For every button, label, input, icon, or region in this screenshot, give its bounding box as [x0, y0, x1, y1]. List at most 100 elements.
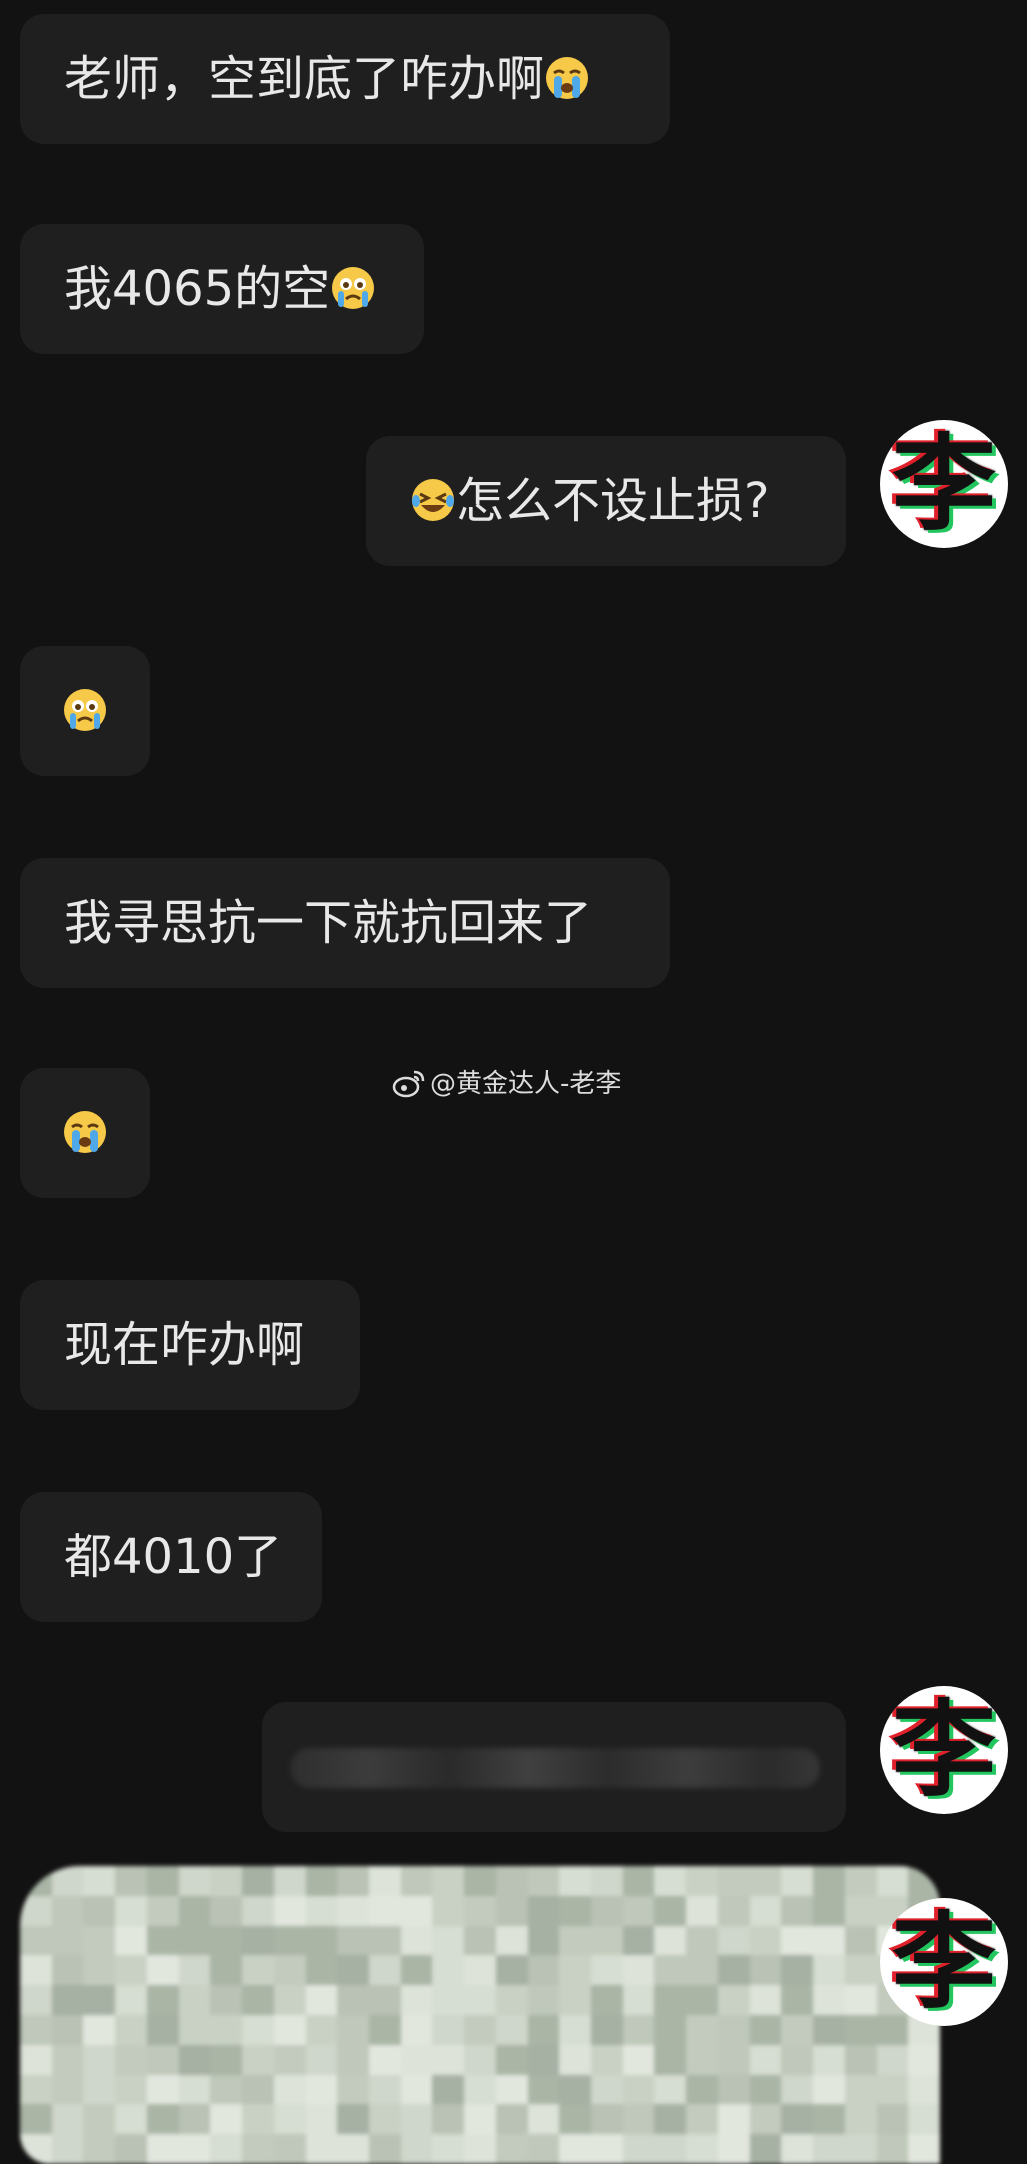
- mosaic-tile: [464, 2134, 496, 2164]
- message-bubble-incoming[interactable]: 我4065的空: [20, 224, 424, 354]
- mosaic-tile: [115, 1895, 147, 1926]
- mosaic-tile: [813, 1925, 845, 1956]
- avatar[interactable]: 李: [880, 420, 1008, 548]
- mosaic-tile: [210, 1866, 243, 1896]
- mosaic-tile: [51, 1925, 84, 1956]
- mosaic-tile: [813, 1866, 845, 1896]
- mosaic-tile: [146, 1895, 179, 1926]
- mosaic-tile: [242, 1925, 274, 1956]
- mosaic-tile: [178, 1895, 211, 1926]
- mosaic-tile: [464, 2074, 496, 2105]
- mosaic-tile: [749, 1866, 782, 1896]
- mosaic-tile: [210, 2044, 243, 2075]
- mosaic-tile: [146, 2044, 179, 2075]
- mosaic-tile: [654, 1955, 687, 1986]
- mosaic-tile: [495, 2074, 528, 2105]
- crying-emoji-icon: [62, 687, 108, 733]
- mosaic-tile: [622, 1895, 655, 1926]
- mosaic-tile: [146, 2014, 179, 2045]
- mosaic-tile: [178, 2014, 211, 2045]
- mosaic-tile: [844, 2074, 877, 2105]
- mosaic-tile: [400, 2014, 433, 2045]
- mosaic-tile: [400, 2074, 433, 2105]
- mosaic-tile: [337, 2074, 369, 2105]
- mosaic-tile: [908, 2074, 940, 2105]
- mosaic-tile: [654, 1925, 687, 1956]
- mosaic-tile: [305, 2104, 338, 2135]
- mosaic-tile: [622, 1925, 655, 1956]
- avatar[interactable]: 李: [880, 1686, 1008, 1814]
- mosaic-tile: [495, 2044, 528, 2075]
- mosaic-tile: [654, 2104, 687, 2135]
- mosaic-tile: [305, 2134, 338, 2164]
- mosaic-tile: [654, 2044, 687, 2075]
- mosaic-tile: [273, 2044, 306, 2075]
- sob-emoji-icon: [544, 55, 590, 101]
- mosaic-tile: [591, 2134, 623, 2164]
- mosaic-tile: [686, 1866, 718, 1896]
- mosaic-tile: [20, 2044, 52, 2075]
- mosaic-tile: [432, 2044, 465, 2075]
- mosaic-tile: [242, 1955, 274, 1986]
- mosaic-tile: [686, 1955, 718, 1986]
- mosaic-tile: [908, 2044, 940, 2075]
- mosaic-tile: [686, 1985, 718, 2015]
- mosaic-tile: [20, 2134, 52, 2164]
- mosaic-tile: [83, 2044, 116, 2075]
- mosaic-tile: [368, 2044, 401, 2075]
- message-bubble-incoming[interactable]: [20, 1068, 150, 1198]
- mosaic-tile: [495, 1866, 528, 1896]
- mosaic-tile: [432, 1955, 465, 1986]
- mosaic-tile: [337, 1985, 369, 2015]
- mosaic-tile: [591, 1895, 623, 1926]
- mosaic-tile: [781, 2104, 814, 2135]
- mosaic-tile: [51, 2074, 84, 2105]
- mosaic-tile: [210, 2014, 243, 2045]
- message-bubble-incoming[interactable]: 现在咋办啊: [20, 1280, 360, 1410]
- mosaic-tile: [273, 2134, 306, 2164]
- mosaic-tile: [51, 2044, 84, 2075]
- message-bubble-outgoing[interactable]: 怎么不设止损?: [366, 436, 846, 566]
- mosaic-tile: [368, 1985, 401, 2015]
- mosaic-tile: [83, 1955, 116, 1986]
- mosaic-tile: [432, 2014, 465, 2045]
- mosaic-tile: [146, 2074, 179, 2105]
- mosaic-tile: [717, 2104, 750, 2135]
- message-bubble-incoming[interactable]: [20, 646, 150, 776]
- mosaic-tile: [242, 2104, 274, 2135]
- mosaic-tile: [781, 2074, 814, 2105]
- mosaic-tile: [876, 2074, 909, 2105]
- mosaic-tile: [305, 1955, 338, 1986]
- mosaic-tile: [876, 2134, 909, 2164]
- message-bubble-incoming[interactable]: 都4010了: [20, 1492, 322, 1622]
- mosaic-tile: [749, 1955, 782, 1986]
- mosaic-tile: [273, 1985, 306, 2015]
- mosaic-tile: [242, 2014, 274, 2045]
- crying-emoji-icon: [330, 265, 376, 311]
- mosaic-tile: [876, 2104, 909, 2135]
- mosaic-tile: [622, 2074, 655, 2105]
- mosaic-tile: [622, 1985, 655, 2015]
- mosaic-tile: [781, 1925, 814, 1956]
- mosaic-tile: [368, 1925, 401, 1956]
- mosaic-tile: [591, 1955, 623, 1986]
- mosaic-tile: [115, 2104, 147, 2135]
- avatar[interactable]: 李: [880, 1898, 1008, 2026]
- mosaic-tile: [749, 1895, 782, 1926]
- mosaic-tile: [242, 1985, 274, 2015]
- avatar-char: 李: [891, 422, 996, 545]
- mosaic-tile: [51, 2014, 84, 2045]
- mosaic-tile: [717, 2044, 750, 2075]
- mosaic-tile: [273, 1866, 306, 1896]
- mosaic-tile: [242, 2134, 274, 2164]
- mosaic-tile: [464, 1955, 496, 1986]
- mosaic-tile: [844, 1925, 877, 1956]
- mosaic-tile: [495, 1925, 528, 1956]
- mosaic-tile: [749, 2014, 782, 2045]
- mosaic-tile: [781, 1866, 814, 1896]
- mosaic-tile: [242, 1895, 274, 1926]
- watermark-text: @黄金达人-老李: [430, 1069, 622, 1099]
- message-bubble-incoming[interactable]: 老师，空到底了咋办啊: [20, 14, 670, 144]
- message-bubble-incoming[interactable]: 我寻思抗一下就抗回来了: [20, 858, 670, 988]
- mosaic-tile: [273, 2104, 306, 2135]
